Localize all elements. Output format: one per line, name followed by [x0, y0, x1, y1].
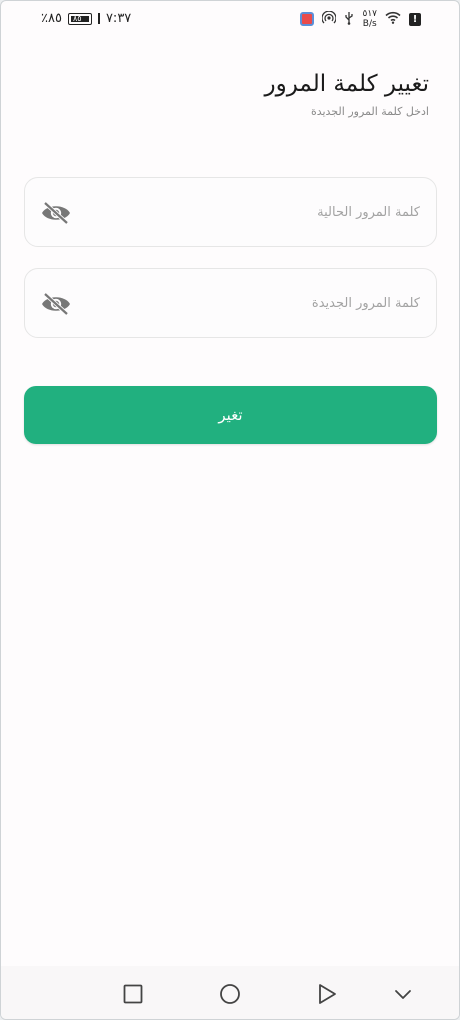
battery-percent: ٪٨٥ — [41, 11, 62, 26]
page-title: تغيير كلمة المرور — [264, 71, 429, 97]
page-subtitle: ادخل كلمة المرور الجديدة — [310, 105, 429, 118]
status-bar: ٪٨٥ ٨٥ ٧:٣٧ ٥١٧ B/s ! — [1, 1, 459, 37]
alert-icon: ! — [409, 12, 421, 26]
net-speed-value: ٥١٧ — [362, 9, 377, 19]
hotspot-icon — [321, 10, 338, 28]
current-password-field[interactable] — [24, 177, 437, 247]
phone-screen: ٪٨٥ ٨٥ ٧:٣٧ ٥١٧ B/s ! تغيير كلمة المرور … — [0, 0, 460, 1020]
circle-icon[interactable] — [218, 982, 242, 1006]
square-icon[interactable] — [121, 982, 145, 1006]
net-speed-unit: B/s — [362, 19, 377, 29]
usb-icon — [344, 11, 354, 28]
new-password-field[interactable] — [24, 268, 437, 338]
status-right-group: ٥١٧ B/s ! — [300, 9, 421, 29]
system-nav-bar — [1, 966, 459, 1019]
clock: ٧:٣٧ — [105, 11, 132, 26]
battery-icon: ٨٥ — [67, 12, 92, 25]
change-password-button[interactable]: تغير — [24, 386, 437, 444]
status-left-group: ٪٨٥ ٨٥ ٧:٣٧ — [41, 11, 131, 26]
triangle-back-icon[interactable] — [315, 982, 339, 1006]
eye-slash-icon[interactable] — [40, 291, 72, 317]
wifi-icon — [385, 11, 401, 27]
battery-level: ٨٥ — [72, 13, 82, 23]
current-password-input[interactable] — [85, 178, 420, 246]
signal-bar-icon — [97, 13, 100, 24]
new-password-input[interactable] — [85, 269, 420, 337]
chevron-down-icon[interactable] — [391, 982, 415, 1006]
eye-slash-icon[interactable] — [40, 200, 72, 226]
app-notification-icon — [300, 12, 315, 26]
net-speed: ٥١٧ B/s — [362, 9, 377, 29]
